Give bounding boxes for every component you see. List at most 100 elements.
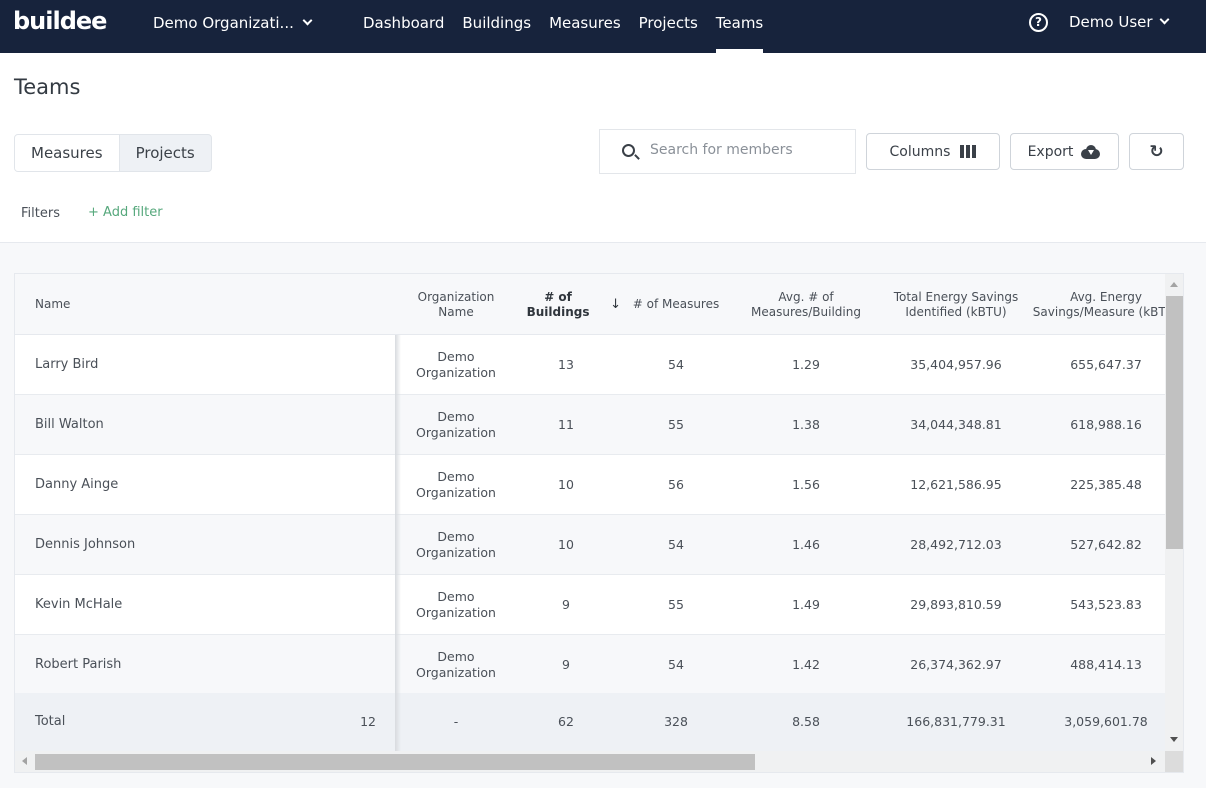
vertical-scroll-thumb[interactable] [1166, 296, 1183, 549]
cell-org: Demo Organization [416, 468, 496, 500]
scroll-down-arrow-icon[interactable] [1170, 737, 1178, 742]
table-row[interactable]: Danny Ainge Demo Organization 10 56 1.56… [15, 455, 1165, 515]
col-header-avg-measures[interactable]: Avg. # of Measures/Building [731, 274, 881, 335]
cell-measures: 54 [668, 356, 684, 372]
col-header-measures[interactable]: # of Measures [621, 274, 731, 335]
cell-avg-savings: 655,647.37 [1070, 356, 1142, 372]
col-header-avg-savings[interactable]: Avg. Energy Savings/Measure (kBTU) [1031, 274, 1181, 335]
chevron-down-icon [302, 15, 313, 26]
scroll-left-arrow-icon[interactable] [22, 757, 27, 765]
logo[interactable]: buildee [13, 7, 107, 35]
view-toggle: Measures Projects [14, 134, 212, 172]
org-selector[interactable]: Demo Organizati... [153, 14, 313, 32]
cell-name: Kevin McHale [35, 596, 123, 612]
total-buildings: 62 [558, 714, 574, 729]
cell-buildings: 9 [562, 656, 570, 672]
table-row[interactable]: Larry Bird Demo Organization 13 54 1.29 … [15, 335, 1165, 395]
horizontal-scrollbar[interactable] [15, 751, 1165, 772]
cell-total-savings: 28,492,712.03 [910, 536, 1002, 552]
cell-avg-savings: 543,523.83 [1070, 596, 1142, 612]
columns-button[interactable]: Columns [866, 133, 1000, 170]
cell-org: Demo Organization [416, 348, 496, 380]
cell-avg-savings: 527,642.82 [1070, 536, 1142, 552]
org-selector-label: Demo Organizati... [153, 14, 294, 32]
vertical-scrollbar[interactable] [1165, 274, 1183, 751]
cell-name: Danny Ainge [35, 476, 119, 492]
cell-avg-savings: 618,988.16 [1070, 416, 1142, 432]
cell-name: Larry Bird [35, 356, 99, 372]
table-row[interactable]: Kevin McHale Demo Organization 9 55 1.49… [15, 575, 1165, 635]
cell-avg-measures: 1.56 [792, 476, 820, 492]
cell-avg-measures: 1.42 [792, 656, 820, 672]
scroll-right-arrow-icon[interactable] [1151, 757, 1156, 765]
total-measures: 328 [664, 714, 688, 729]
frozen-column-divider [395, 335, 401, 751]
cell-avg-savings: 488,414.13 [1070, 656, 1142, 672]
cell-measures: 56 [668, 476, 684, 492]
cell-total-savings: 12,621,586.95 [910, 476, 1002, 492]
add-filter-button[interactable]: + Add filter [88, 205, 163, 220]
table-row[interactable]: Dennis Johnson Demo Organization 10 54 1… [15, 515, 1165, 575]
reset-button[interactable]: ↻ [1129, 133, 1184, 170]
nav-teams[interactable]: Teams [715, 0, 764, 53]
cell-buildings: 13 [558, 356, 574, 372]
nav-buildings[interactable]: Buildings [462, 0, 531, 53]
nav-links: Dashboard Buildings Measures Projects Te… [363, 0, 781, 53]
col-header-name[interactable]: Name [15, 274, 396, 335]
cell-measures: 54 [668, 536, 684, 552]
cell-total-savings: 34,044,348.81 [910, 416, 1002, 432]
toggle-measures[interactable]: Measures [15, 135, 120, 171]
total-avg-measures: 8.58 [792, 714, 820, 729]
col-header-buildings[interactable]: # of Buildings ↓ [511, 274, 621, 335]
cell-avg-savings: 225,385.48 [1070, 476, 1142, 492]
cell-total-savings: 35,404,957.96 [910, 356, 1002, 372]
horizontal-scroll-thumb[interactable] [35, 754, 755, 770]
cell-avg-measures: 1.49 [792, 596, 820, 612]
cell-buildings: 9 [562, 596, 570, 612]
refresh-icon: ↻ [1149, 141, 1164, 162]
filters-label: Filters [21, 206, 60, 221]
nav-measures[interactable]: Measures [549, 0, 621, 53]
search-box [599, 129, 856, 174]
nav-projects[interactable]: Projects [639, 0, 698, 53]
cell-buildings: 11 [558, 416, 574, 432]
user-name: Demo User [1069, 13, 1153, 31]
cell-measures: 54 [668, 656, 684, 672]
table-row[interactable]: Bill Walton Demo Organization 11 55 1.38… [15, 395, 1165, 455]
user-menu[interactable]: Demo User [1069, 13, 1169, 31]
export-button-label: Export [1027, 143, 1074, 160]
table-header: Name Organization Name # of Buildings ↓ … [15, 274, 1179, 335]
cell-buildings: 10 [558, 536, 574, 552]
cell-name: Dennis Johnson [35, 536, 136, 552]
cloud-download-icon [1079, 144, 1101, 159]
nav-dashboard[interactable]: Dashboard [363, 0, 444, 53]
top-nav: buildee Demo Organizati... Dashboard Bui… [0, 0, 1206, 53]
cell-org: Demo Organization [416, 528, 496, 560]
cell-org: Demo Organization [416, 588, 496, 620]
total-avg-savings: 3,059,601.78 [1064, 714, 1148, 729]
cell-total-savings: 29,893,810.59 [910, 596, 1002, 612]
cell-avg-measures: 1.46 [792, 536, 820, 552]
scrollbar-corner [1165, 751, 1183, 772]
columns-icon [960, 145, 977, 158]
cell-name: Robert Parish [35, 656, 122, 672]
col-header-org[interactable]: Organization Name [401, 274, 511, 335]
search-input[interactable] [650, 142, 845, 158]
table-row[interactable]: Robert Parish Demo Organization 9 54 1.4… [15, 635, 1165, 695]
help-icon[interactable]: ? [1029, 13, 1048, 32]
cell-org: Demo Organization [416, 648, 496, 680]
cell-avg-measures: 1.29 [792, 356, 820, 372]
page-header: Teams Measures Projects Filters + Add fi… [0, 53, 1206, 243]
sort-desc-icon: ↓ [610, 297, 621, 312]
export-button[interactable]: Export [1010, 133, 1119, 170]
cell-measures: 55 [668, 416, 684, 432]
col-header-total-savings[interactable]: Total Energy Savings Identified (kBTU) [881, 274, 1031, 335]
cell-measures: 55 [668, 596, 684, 612]
cell-total-savings: 26,374,362.97 [910, 656, 1002, 672]
table-total-row: Total 12 - 62 328 8.58 166,831,779.31 3,… [15, 693, 1165, 751]
toggle-projects[interactable]: Projects [120, 135, 211, 171]
columns-button-label: Columns [889, 143, 951, 160]
cell-avg-measures: 1.38 [792, 416, 820, 432]
total-org: - [453, 714, 459, 729]
scroll-up-arrow-icon[interactable] [1170, 282, 1178, 287]
